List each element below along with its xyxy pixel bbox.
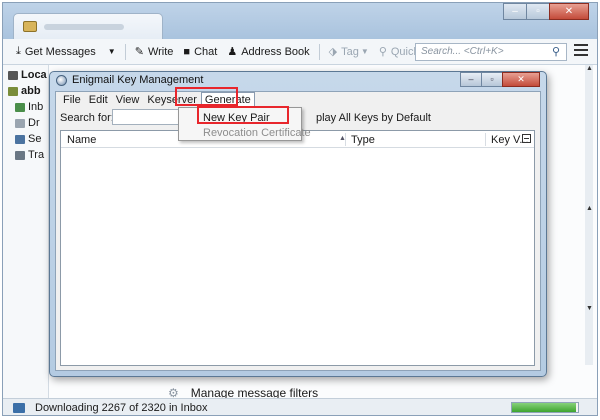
- download-progress: [511, 402, 579, 413]
- sent-icon: [15, 134, 25, 144]
- menu-view[interactable]: View: [112, 92, 144, 108]
- chat-bubble-icon: ■: [183, 45, 191, 58]
- maximize-button[interactable]: ▫: [526, 3, 550, 20]
- display-all-keys-checkbox-label[interactable]: play All Keys by Default: [316, 112, 431, 124]
- close-button[interactable]: ✕: [549, 3, 589, 20]
- app-menu-icon[interactable]: [574, 44, 588, 56]
- mail-tab[interactable]: [13, 13, 163, 39]
- scroll-up-icon[interactable]: ▲: [586, 65, 593, 72]
- folder-account[interactable]: abb: [8, 85, 48, 97]
- column-name[interactable]: Name: [67, 134, 96, 146]
- toolbar-separator: [318, 43, 320, 60]
- thunderbird-window: – ▫ ✕ ⤓ Get Messages ▼ ✎ Write ■ Chat ♟ …: [2, 2, 598, 416]
- trash-icon: [15, 150, 25, 160]
- address-book-button[interactable]: ♟ Address Book: [222, 42, 314, 62]
- key-list[interactable]: Name ▲ Type Key V...: [60, 130, 535, 366]
- inbox-icon: [15, 102, 25, 112]
- progress-fill: [512, 403, 577, 412]
- column-divider: [345, 133, 346, 146]
- menu-edit[interactable]: Edit: [85, 92, 112, 108]
- status-text: Downloading 2267 of 2320 in Inbox: [35, 402, 208, 414]
- scroll-up-icon[interactable]: ▲: [586, 205, 593, 212]
- write-button[interactable]: ✎ Write: [130, 42, 179, 62]
- expand-icon: [8, 70, 18, 80]
- get-messages-button[interactable]: ⤓ Get Messages: [11, 42, 101, 62]
- menu-file[interactable]: File: [59, 92, 85, 108]
- online-status-icon[interactable]: [13, 403, 25, 413]
- download-icon: ⤓: [16, 45, 21, 57]
- dialog-close-button[interactable]: ✕: [502, 72, 540, 87]
- dialog-minimize-button[interactable]: –: [460, 72, 482, 87]
- tag-button[interactable]: ⬗ Tag ▼: [324, 42, 374, 62]
- scroll-down-icon[interactable]: ▼: [586, 305, 593, 312]
- tab-title-blurred: [44, 24, 124, 30]
- dialog-maximize-button[interactable]: ▫: [481, 72, 503, 87]
- key-search-input[interactable]: [112, 109, 180, 125]
- generate-menu-highlight: [175, 87, 238, 106]
- chevron-down-icon: ▼: [360, 47, 369, 56]
- status-bar: Downloading 2267 of 2320 in Inbox: [3, 398, 597, 415]
- chevron-down-icon: ▼: [107, 47, 116, 56]
- menu-item-revocation-certificate[interactable]: Revocation Certificate: [203, 127, 311, 139]
- folder-pane: Loca abb Inb Dr Se Tra: [3, 65, 49, 398]
- inbox-icon: [23, 21, 37, 32]
- column-type[interactable]: Type: [351, 134, 375, 146]
- toolbar-separator: [124, 43, 126, 60]
- new-key-pair-highlight: [197, 106, 289, 124]
- contacts-icon: ♟: [227, 46, 238, 58]
- search-input[interactable]: Search... <Ctrl+K>: [415, 43, 567, 61]
- chat-button[interactable]: ■ Chat: [178, 42, 222, 62]
- column-picker-icon[interactable]: [522, 134, 531, 143]
- search-for-label: Search for:: [60, 112, 114, 124]
- dialog-title: Enigmail Key Management: [72, 74, 204, 86]
- enigmail-icon: [56, 75, 67, 86]
- scrollbar-thumb[interactable]: [585, 65, 593, 365]
- tag-icon: ⬗: [328, 46, 338, 58]
- pencil-icon: ✎: [134, 46, 144, 58]
- account-icon: [8, 86, 18, 96]
- search-icon[interactable]: ⚲: [552, 45, 560, 58]
- dialog-window-controls: – ▫ ✕: [460, 72, 540, 87]
- column-divider: [485, 133, 486, 146]
- folder-local[interactable]: Loca: [8, 69, 48, 81]
- vertical-scrollbar[interactable]: ▲ ▲ ▼: [585, 65, 593, 398]
- get-messages-dropdown[interactable]: ▼: [101, 42, 121, 62]
- window-controls: – ▫ ✕: [503, 3, 589, 20]
- minimize-button[interactable]: –: [503, 3, 527, 20]
- filter-icon: ⚲: [378, 46, 387, 58]
- dialog-menu-bar: File Edit View Keyserver Generate: [56, 92, 540, 108]
- title-bar: – ▫ ✕: [3, 3, 597, 39]
- drafts-icon: [15, 118, 25, 128]
